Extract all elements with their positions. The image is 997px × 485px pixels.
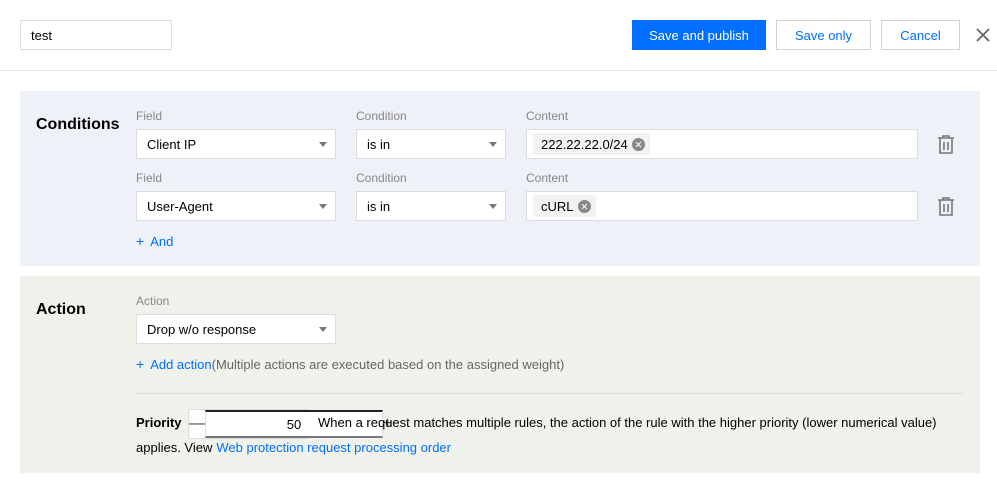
plus-icon: +: [136, 356, 145, 372]
content-label: Content: [526, 109, 569, 123]
content-tag: cURL: [533, 195, 596, 217]
action-label: Action: [136, 294, 170, 308]
content-input[interactable]: cURL: [526, 191, 918, 221]
divider: [136, 393, 964, 394]
close-icon[interactable]: [974, 26, 992, 44]
condition-select[interactable]: is in: [356, 129, 506, 159]
chevron-down-icon: [319, 204, 327, 209]
chevron-down-icon: [489, 142, 497, 147]
field-label: Field: [136, 171, 163, 185]
condition-select[interactable]: is in: [356, 191, 506, 221]
priority-stepper[interactable]: — +: [188, 409, 392, 439]
add-condition-button[interactable]: + And: [136, 233, 173, 249]
decrement-button[interactable]: —: [189, 410, 205, 438]
content-input[interactable]: 222.22.22.0/24: [526, 129, 918, 159]
condition-select-value: is in: [367, 136, 391, 152]
cancel-button[interactable]: Cancel: [881, 20, 960, 50]
content-tag-label: cURL: [541, 198, 574, 214]
action-title: Action: [36, 301, 86, 318]
add-action-button[interactable]: + Add action (Multiple actions are execu…: [136, 356, 564, 372]
field-label: Field: [136, 109, 163, 123]
field-select-value: Client IP: [147, 136, 197, 152]
field-select-value: User-Agent: [147, 198, 213, 214]
priority-description-view: applies. View: [136, 440, 213, 455]
plus-icon: +: [136, 233, 145, 249]
field-select[interactable]: User-Agent: [136, 191, 336, 221]
conditions-title: Conditions: [36, 116, 120, 133]
content-tag: 222.22.22.0/24: [533, 133, 650, 155]
condition-label: Condition: [356, 171, 407, 185]
priority-description: When a request matches multiple rules, t…: [318, 415, 937, 430]
chevron-down-icon: [319, 142, 327, 147]
chevron-down-icon: [489, 204, 497, 209]
add-action-label: Add action: [150, 356, 212, 372]
trash-icon[interactable]: [937, 135, 955, 155]
trash-icon[interactable]: [937, 197, 955, 217]
action-select[interactable]: Drop w/o response: [136, 314, 336, 344]
content-tag-label: 222.22.22.0/24: [541, 136, 628, 152]
condition-select-value: is in: [367, 198, 391, 214]
add-action-hint: (Multiple actions are executed based on …: [211, 356, 565, 372]
remove-tag-icon[interactable]: [631, 137, 645, 151]
action-select-value: Drop w/o response: [147, 321, 257, 337]
chevron-down-icon: [319, 327, 327, 332]
action-panel: Action Action Drop w/o response + Add ac…: [20, 276, 980, 473]
processing-order-link[interactable]: Web protection request processing order: [216, 440, 451, 455]
rule-name-input[interactable]: [20, 20, 172, 50]
priority-description-cont: applies. View Web protection request proc…: [136, 440, 451, 455]
condition-label: Condition: [356, 109, 407, 123]
save-and-publish-button[interactable]: Save and publish: [632, 20, 766, 50]
priority-label: Priority: [136, 415, 182, 430]
conditions-panel: Conditions Field Condition Content Clien…: [20, 91, 980, 266]
add-condition-label: And: [150, 233, 174, 249]
rule-header: Save and publish Save only Cancel: [0, 0, 997, 71]
field-select[interactable]: Client IP: [136, 129, 336, 159]
save-only-button[interactable]: Save only: [776, 20, 871, 50]
content-label: Content: [526, 171, 569, 185]
remove-tag-icon[interactable]: [577, 199, 591, 213]
